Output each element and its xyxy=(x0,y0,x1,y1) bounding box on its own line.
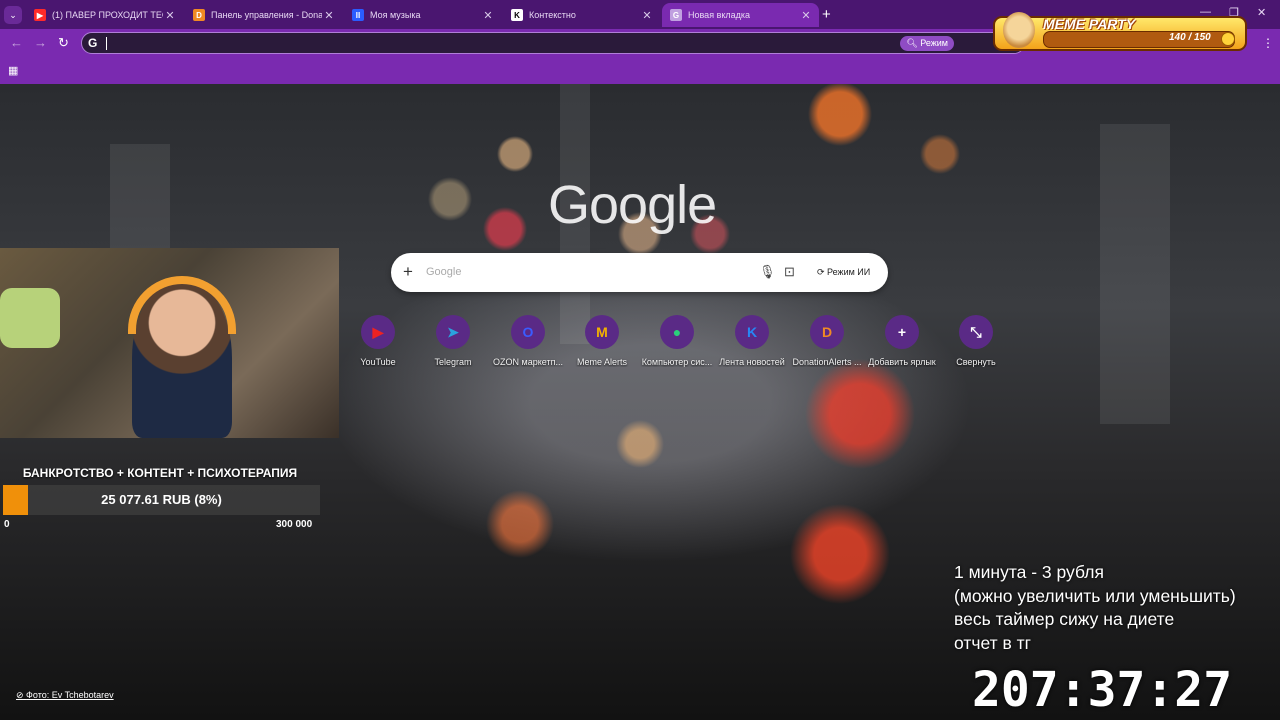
vk-icon: K xyxy=(735,315,769,349)
webcam-feed xyxy=(0,248,339,438)
plus-icon[interactable]: + xyxy=(403,262,413,282)
pillow xyxy=(0,288,60,348)
tab[interactable]: K Контекстно ✕ xyxy=(503,3,660,27)
meme-party-title: MEME PARTY xyxy=(1043,16,1136,32)
shortcut-label: Meme Alerts xyxy=(576,357,627,367)
tab-close-icon[interactable]: ✕ xyxy=(481,9,495,22)
photo-credit-text: Фото: Ev Tchebotarev xyxy=(26,690,114,700)
google-logo: Google xyxy=(548,175,717,235)
computer-icon: ● xyxy=(660,315,694,349)
shortcut-tile[interactable]: D DonationAlerts ... xyxy=(790,315,864,367)
tab-title: Панель управления - Donatio xyxy=(211,10,322,20)
tab[interactable]: D Панель управления - Donatio ✕ xyxy=(185,3,342,27)
countdown-timer: 207:37:27 xyxy=(972,662,1233,718)
browser-menu-icon[interactable]: ⋮ xyxy=(1262,36,1274,50)
tab-close-icon[interactable]: ✕ xyxy=(322,9,336,22)
donationalerts-icon: D xyxy=(810,315,844,349)
google-g-icon: G xyxy=(88,36,98,50)
ai-mode-button[interactable]: ⟳ Режим ИИ xyxy=(811,262,876,283)
photo-credit-link[interactable]: ⊘ Фото: Ev Tchebotarev xyxy=(16,690,114,701)
collapse-icon: ⤡ xyxy=(959,315,993,349)
shortcut-label: Добавить ярлык xyxy=(868,357,936,367)
telegram-icon: ➤ xyxy=(436,315,470,349)
doge-icon xyxy=(1003,12,1035,48)
reload-icon[interactable]: ↻ xyxy=(58,35,69,51)
goal-max: 300 000 xyxy=(276,519,313,530)
apps-grid-icon[interactable]: ▦ xyxy=(8,64,18,77)
shortcut-label: Telegram xyxy=(434,357,472,367)
tab[interactable]: G Новая вкладка ✕ xyxy=(662,3,819,27)
search-placeholder: Google xyxy=(426,266,462,278)
forward-icon[interactable]: → xyxy=(34,35,47,50)
plus-icon: + xyxy=(885,315,919,349)
info-line: (можно увеличить или уменьшить) xyxy=(954,585,1236,606)
microphone-icon[interactable]: 🎙︎ xyxy=(759,264,776,280)
tab-favicon-icon: D xyxy=(193,9,205,21)
tab-search-button[interactable]: ⌄ xyxy=(4,6,22,24)
tab-title: Контекстно xyxy=(529,10,576,20)
meme-party-count: 140 / 150 xyxy=(1169,32,1211,43)
shortcut-tile[interactable]: O OZON маркетп... xyxy=(491,315,565,367)
shortcut-tile[interactable]: ➤ Telegram xyxy=(416,315,490,367)
new-tab-button[interactable]: + xyxy=(822,6,831,23)
meme-party-widget: MEME PARTY 140 / 150 xyxy=(993,12,1247,51)
camera-lens-icon[interactable]: ⊡ xyxy=(784,264,795,280)
goal-title: БАНКРОТСТВО + КОНТЕНТ + ПСИХОТЕРАПИЯ xyxy=(22,466,298,480)
shortcut-tile[interactable]: ⤡ Свернуть xyxy=(939,315,1013,367)
ozon-icon: O xyxy=(511,315,545,349)
google-search-box[interactable]: + Google 🎙︎ ⊡ ⟳ Режим ИИ xyxy=(391,253,888,292)
goal-min: 0 xyxy=(4,519,10,530)
ai-mode-chip-label: Режим xyxy=(920,38,948,48)
back-icon[interactable]: ← xyxy=(10,35,23,50)
ai-mode-label: Режим ИИ xyxy=(827,267,871,277)
shortcut-label: DonationAlerts ... xyxy=(792,357,862,367)
shortcut-label: Компьютер сис... xyxy=(641,357,713,367)
info-line: отчет в тг xyxy=(954,632,1032,653)
tab-favicon-icon: II xyxy=(352,9,364,21)
info-line: весь таймер сижу на диете xyxy=(954,609,1175,629)
text-caret xyxy=(106,37,107,50)
shortcut-label: OZON маркетп... xyxy=(493,357,563,367)
goal-progress-bar: 25 077.61 RUB (8%) xyxy=(3,485,320,515)
tab-favicon-icon: ▶ xyxy=(34,9,46,21)
tab-close-icon[interactable]: ✕ xyxy=(163,9,177,22)
shortcut-label: Свернуть xyxy=(956,357,996,367)
tab-favicon-icon: K xyxy=(511,9,523,21)
tab-title: Новая вкладка xyxy=(688,10,751,20)
address-bar[interactable]: G 🔍︎ Режим xyxy=(81,32,1025,54)
tab-close-icon[interactable]: ✕ xyxy=(640,9,654,22)
tab-favicon-icon: G xyxy=(670,9,682,21)
shortcut-tile[interactable]: + Добавить ярлык xyxy=(865,315,939,367)
shortcut-tile[interactable]: ● Компьютер сис... xyxy=(640,315,714,367)
tab-close-icon[interactable]: ✕ xyxy=(799,9,813,22)
tab[interactable]: ▶ (1) ПАВЕР ПРОХОДИТ ТЕС ✕ xyxy=(26,3,183,27)
shortcut-tile[interactable]: ▶ YouTube xyxy=(341,315,415,367)
goal-amount: 25 077.61 RUB (8%) xyxy=(101,492,222,507)
stream-info: 1 минута - 3 рубля (можно увеличить или … xyxy=(954,561,1280,655)
close-window-button[interactable]: ✕ xyxy=(1257,6,1266,19)
tab[interactable]: II Моя музыка ✕ xyxy=(344,3,501,27)
memealerts-icon: M xyxy=(585,315,619,349)
youtube-icon: ▶ xyxy=(361,315,395,349)
shortcut-tile[interactable]: K Лента новостей xyxy=(715,315,789,367)
headphones xyxy=(128,276,236,334)
coin-icon xyxy=(1221,32,1235,46)
info-line: 1 минута - 3 рубля xyxy=(954,562,1104,582)
shortcut-tile[interactable]: M Meme Alerts xyxy=(565,315,639,367)
bookmarks-bar: ▦ xyxy=(0,57,1280,84)
shortcut-label: Лента новостей xyxy=(719,357,785,367)
shortcut-label: YouTube xyxy=(360,357,396,367)
ai-mode-chip[interactable]: 🔍︎ Режим xyxy=(900,36,954,51)
tab-title: (1) ПАВЕР ПРОХОДИТ ТЕС xyxy=(52,10,163,20)
tab-title: Моя музыка xyxy=(370,10,421,20)
